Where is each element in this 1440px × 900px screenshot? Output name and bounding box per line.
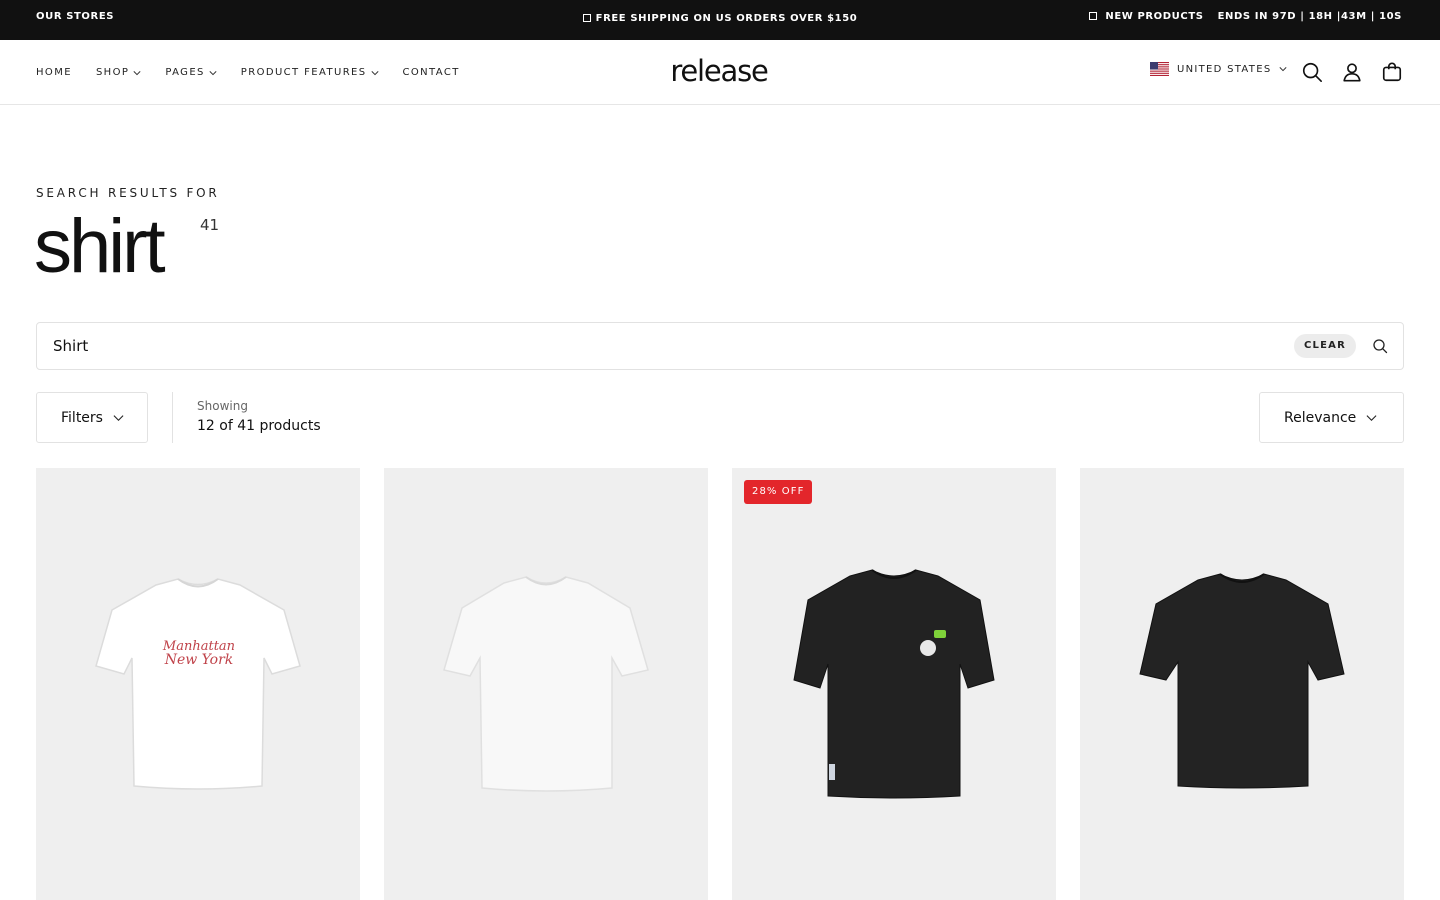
us-flag-icon [1150,62,1169,76]
nav-label: HOME [36,67,72,78]
nav-label: PAGES [165,67,205,78]
nav-item-home[interactable]: HOME [36,67,72,78]
clear-button[interactable]: CLEAR [1294,334,1356,358]
product-card[interactable]: Manhattan New York [36,468,360,900]
filters-button[interactable]: Filters [36,392,148,443]
account-icon[interactable] [1341,61,1363,83]
search-box: Shirt CLEAR [36,322,1404,370]
nav-item-contact[interactable]: CONTACT [403,67,460,78]
showing-label: Showing [197,399,248,413]
product-image-black-tee-graphic [793,569,995,799]
gift-icon [582,14,591,22]
product-image-white-tee [443,576,649,792]
sort-label: Relevance [1284,409,1357,426]
product-card[interactable] [1080,468,1404,900]
showing-count: 12 of 41 products [197,418,321,434]
new-products-link[interactable]: NEW PRODUCTS [1105,11,1203,22]
chevron-down-icon [1366,415,1377,422]
filters-label: Filters [61,409,103,426]
chevron-down-icon [370,70,379,75]
chevron-down-icon [209,70,217,75]
cart-icon[interactable] [1381,61,1403,83]
shipping-text: FREE SHIPPING ON US ORDERS OVER $150 [595,13,858,24]
announcement-bar: OUR STORES FREE SHIPPING ON US ORDERS OV… [0,0,1440,40]
search-icon[interactable] [1301,61,1323,83]
site-header: HOME SHOP PAGES PRODUCT FEATURES CONTACT… [0,40,1440,105]
search-input[interactable]: Shirt [53,337,88,355]
chevron-down-icon [1279,67,1288,72]
countdown-text: ENDS IN 97D | 18H |43M | 10S [1217,11,1402,22]
sort-select[interactable]: Relevance [1259,392,1404,443]
search-submit-icon[interactable] [1372,338,1388,354]
search-results-label: SEARCH RESULTS FOR [36,186,220,200]
nav-label: SHOP [95,67,130,78]
chevron-down-icon [113,415,124,422]
product-card[interactable]: 28% OFF [732,468,1056,900]
nav-item-shop[interactable]: SHOP [96,67,141,78]
nav-item-product-features[interactable]: PRODUCT FEATURES [241,67,379,78]
nav-label: PRODUCT FEATURES [240,67,367,78]
toolbar-divider [172,392,173,443]
product-card[interactable] [384,468,708,900]
print-line2: New York [164,652,234,668]
country-label: UNITED STATES [1177,63,1272,75]
product-image-black-tee [1139,573,1345,789]
calendar-icon [1089,12,1098,20]
search-query-heading: shirt [34,204,166,289]
results-count: 41 [200,216,220,234]
chevron-down-icon [133,70,141,75]
nav-label: CONTACT [402,67,460,78]
discount-badge: 28% OFF [744,480,813,504]
nav-item-pages[interactable]: PAGES [165,67,217,78]
product-image-white-tee-print: Manhattan New York [95,578,301,790]
country-selector[interactable]: UNITED STATES [1150,62,1288,76]
site-logo[interactable]: release [648,54,790,88]
countdown-banner: NEW PRODUCTS ENDS IN 97D | 18H |43M | 10S [1089,11,1402,22]
main-nav: HOME SHOP PAGES PRODUCT FEATURES CONTACT [36,67,484,78]
